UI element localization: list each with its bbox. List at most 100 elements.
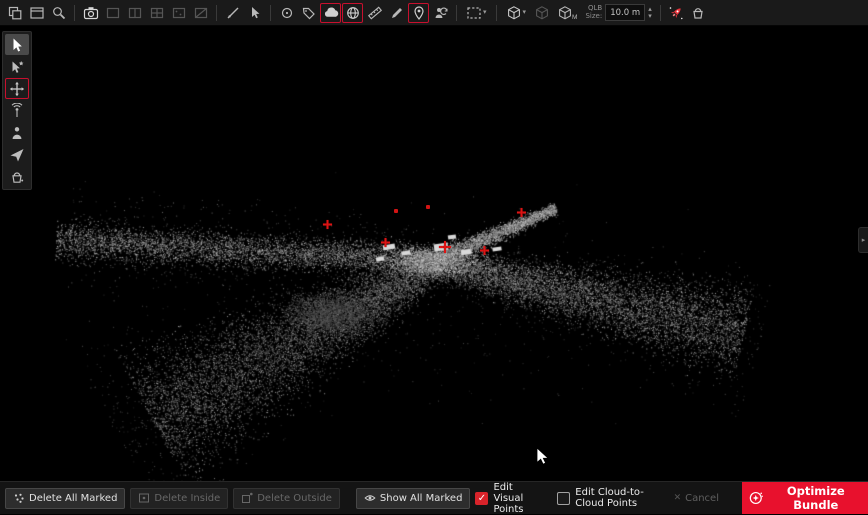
view-gallery-button[interactable] — [168, 3, 189, 23]
edit-visual-points-checkbox[interactable]: ✓ Edit Visual Points — [475, 482, 541, 515]
tags-icon — [301, 5, 317, 21]
cube-model-badge: M — [572, 14, 577, 22]
marquee-select-icon — [466, 5, 482, 21]
optimize-bundle-button[interactable]: Optimize Bundle — [742, 482, 868, 514]
cloud-points-toggle[interactable] — [320, 3, 341, 23]
delete-inside-icon — [138, 492, 150, 504]
view-quad-icon — [149, 5, 165, 21]
qlb-size-input[interactable]: 10.0 m — [605, 4, 645, 21]
view-single-icon — [105, 5, 121, 21]
expander-chevron-icon: ▸ — [862, 236, 866, 244]
rocket-icon — [668, 5, 684, 21]
camera-icon — [83, 5, 99, 21]
cube-icon — [506, 5, 522, 21]
toolbar-separator — [660, 5, 661, 21]
cube-model-button[interactable]: M — [553, 3, 581, 23]
antenna-icon — [9, 103, 25, 119]
show-all-marked-button[interactable]: Show All Marked — [356, 488, 471, 509]
caret-down-icon: ▾ — [523, 9, 527, 16]
delete-inside-button[interactable]: Delete Inside — [130, 488, 228, 509]
scalpel-icon — [225, 5, 241, 21]
import-component-icon — [7, 5, 23, 21]
qlb-size-control: QLB Size: 10.0 m ▴ ▾ — [585, 4, 651, 21]
toolbar-separator — [74, 5, 75, 21]
delete-all-marked-button[interactable]: Delete All Marked — [5, 488, 125, 509]
edit-cloud-to-cloud-checkbox[interactable]: Edit Cloud-to-Cloud Points — [557, 487, 651, 509]
control-point-marker[interactable] — [381, 238, 390, 247]
window-layout-icon — [29, 5, 45, 21]
view-quad-button[interactable] — [146, 3, 167, 23]
cube-secondary-button[interactable] — [531, 3, 552, 23]
show-all-marked-label: Show All Marked — [380, 493, 463, 504]
scalpel-tool-button[interactable] — [222, 3, 243, 23]
optimize-rocket-button[interactable] — [666, 3, 687, 23]
cube-icon — [557, 5, 573, 21]
toolbar-separator — [216, 5, 217, 21]
cube-icon — [534, 5, 550, 21]
right-panel-expander[interactable]: ▸ — [858, 227, 868, 253]
toolbar-separator — [496, 5, 497, 21]
cancel-button[interactable]: ✕ Cancel — [668, 492, 725, 505]
paper-plane-icon — [9, 147, 25, 163]
control-point-marker[interactable] — [480, 246, 489, 255]
bottom-toolbar: Delete All Marked Delete Inside Delete O… — [0, 481, 868, 514]
cloud-mesh-toggle[interactable] — [342, 3, 363, 23]
fill-bucket-button[interactable] — [688, 3, 709, 23]
point-cloud-viewport[interactable] — [0, 0, 868, 514]
control-point-marker[interactable] — [323, 220, 332, 229]
qlb-size-stepper[interactable]: ▴ ▾ — [648, 6, 652, 20]
cancel-x-icon: ✕ — [674, 493, 682, 503]
select-cursor-icon — [9, 37, 25, 53]
fly-navigation-tool-button[interactable] — [5, 144, 29, 165]
zoom-region-button[interactable] — [48, 3, 69, 23]
marquee-select-dropdown[interactable]: ▾ — [462, 3, 491, 23]
pencil-icon — [389, 5, 405, 21]
mesh-globe-icon — [345, 5, 361, 21]
ruler-icon — [367, 5, 383, 21]
view-split-button[interactable] — [124, 3, 145, 23]
delete-inside-label: Delete Inside — [154, 493, 220, 504]
checkbox-unchecked-icon — [557, 492, 570, 505]
left-toolbar — [2, 31, 32, 190]
zoom-region-icon — [51, 5, 67, 21]
measure-button[interactable] — [364, 3, 385, 23]
classify-bucket-tool-button[interactable] — [5, 166, 29, 187]
select-tool-button[interactable] — [5, 34, 29, 55]
bottom-right-controls: ✓ Edit Visual Points Edit Cloud-to-Cloud… — [475, 482, 725, 515]
app-window: { "app": { "accent": "#d8232a", "backgro… — [0, 0, 868, 514]
pick-cursor-button[interactable] — [244, 3, 265, 23]
top-toolbar: ▾ ▾ M QLB Size: 10.0 m ▴ ▾ — [0, 0, 868, 26]
user-sync-icon — [433, 5, 449, 21]
delete-outside-button[interactable]: Delete Outside — [233, 488, 340, 509]
pin-toggle[interactable] — [408, 3, 429, 23]
view-map-button[interactable] — [190, 3, 211, 23]
control-point-marker[interactable] — [517, 208, 526, 217]
view-gallery-icon — [171, 5, 187, 21]
control-point-marker[interactable] — [394, 209, 398, 213]
camera-view-button[interactable] — [80, 3, 101, 23]
circle-select-button[interactable] — [276, 3, 297, 23]
draw-pen-button[interactable] — [386, 3, 407, 23]
scan-position-tool-button[interactable] — [5, 100, 29, 121]
tags-button[interactable] — [298, 3, 319, 23]
caret-down-icon: ▾ — [483, 9, 487, 16]
cube-view-dropdown[interactable]: ▾ — [502, 3, 531, 23]
move-cross-icon — [9, 81, 25, 97]
move-tool-button[interactable] — [5, 78, 29, 99]
view-single-button[interactable] — [102, 3, 123, 23]
user-reset-button[interactable] — [430, 3, 451, 23]
location-pin-icon — [411, 5, 427, 21]
qlb-size-label: QLB Size: — [585, 5, 602, 20]
window-layout-button[interactable] — [26, 3, 47, 23]
pick-cursor-icon — [247, 5, 263, 21]
select-marked-tool-button[interactable] — [5, 56, 29, 77]
person-view-tool-button[interactable] — [5, 122, 29, 143]
point-cloud-icon — [323, 5, 339, 21]
delete-all-marked-label: Delete All Marked — [29, 493, 117, 504]
import-component-button[interactable] — [4, 3, 25, 23]
cancel-label: Cancel — [685, 493, 719, 504]
view-split-icon — [127, 5, 143, 21]
caret-down-icon: ▾ — [648, 13, 652, 20]
control-point-marker[interactable] — [439, 241, 451, 253]
control-point-marker[interactable] — [426, 205, 430, 209]
